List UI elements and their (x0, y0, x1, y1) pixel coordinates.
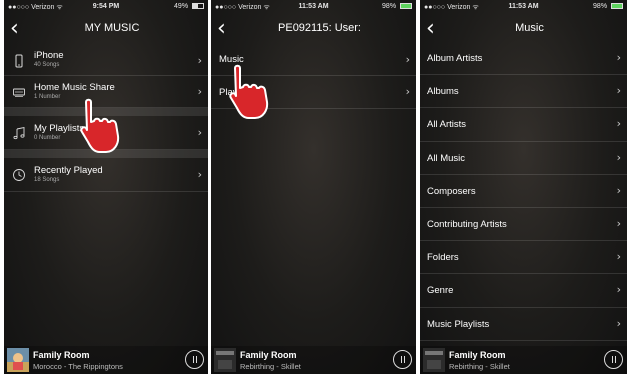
page-title: PE092115: User: (278, 22, 361, 34)
list-item-album-artists[interactable]: Album Artists › (420, 42, 627, 76)
list-item-label: All Artists (427, 119, 467, 131)
chevron-right-icon: › (616, 217, 621, 230)
chevron-right-icon: › (197, 168, 202, 181)
list-item-recently-played[interactable]: Recently Played 18 Songs › (4, 158, 208, 192)
album-art (214, 348, 236, 372)
status-bar: ●●○○○ Verizon ᯤ 11:53 AM 98% (420, 0, 627, 14)
iphone-icon (15, 54, 23, 68)
chevron-right-icon: › (616, 117, 621, 131)
nav-bar: ‹ PE092115: User: (211, 14, 416, 46)
list-item-label: Album Artists (427, 53, 483, 64)
track-name: Morocco - The Rippingtons (33, 362, 123, 371)
pause-button[interactable] (185, 350, 204, 369)
battery-percent: 49% (174, 3, 189, 10)
chevron-right-icon: › (197, 54, 202, 67)
track-name: Rebirthing - Skillet (240, 362, 301, 371)
list-item-label: My Playlists (34, 123, 85, 134)
album-art (423, 348, 445, 372)
chevron-right-icon: › (197, 85, 202, 98)
track-name: Rebirthing - Skillet (449, 362, 510, 371)
list-item-label: Composers (427, 185, 476, 197)
status-bar: ●●○○○ Verizon ᯤ 9:54 PM 49% (4, 0, 208, 14)
list-item-label: iPhone (34, 50, 64, 61)
list-item-contributing-artists[interactable]: Contributing Artists › (420, 208, 627, 242)
list-item-sub: 1 Number (34, 94, 61, 100)
nav-bar: ‹ MY MUSIC (4, 14, 208, 46)
chevron-right-icon: › (197, 126, 202, 139)
now-playing-bar[interactable]: Family Room Rebirthing - Skillet (420, 346, 627, 374)
room-name: Family Room (449, 350, 506, 360)
list-item-label: Music Playlists (427, 318, 490, 330)
battery-icon (400, 3, 412, 10)
back-button[interactable]: ‹ (10, 16, 19, 42)
list-item-composers[interactable]: Composers › (420, 175, 627, 208)
chevron-right-icon: › (616, 316, 621, 330)
list-item-sub: 0 Number (34, 135, 61, 141)
list-item-label: Genre (427, 285, 454, 297)
list-item-genre[interactable]: Genre › (420, 274, 627, 308)
list-item-label: Home Music Share (34, 82, 115, 93)
back-button[interactable]: ‹ (426, 16, 435, 42)
chevron-right-icon: › (616, 183, 621, 197)
pause-button[interactable] (393, 350, 412, 369)
battery-percent: 98% (382, 3, 397, 10)
chevron-right-icon: › (405, 85, 410, 98)
chevron-right-icon: › (616, 283, 621, 297)
room-name: Family Room (33, 350, 90, 360)
clock-icon (13, 169, 25, 181)
list-item-music-playlists[interactable]: Music Playlists › (420, 308, 627, 341)
chevron-right-icon: › (405, 53, 410, 66)
list-item-label: Folders (427, 252, 459, 264)
battery-indicator: 98% (382, 3, 412, 10)
pointing-hand-icon (229, 64, 269, 119)
chevron-right-icon: › (616, 250, 621, 264)
chevron-right-icon: › (616, 84, 621, 98)
screen-user-share: ●●○○○ Verizon ᯤ 11:53 AM 98% ‹ PE092115:… (211, 0, 416, 374)
room-name: Family Room (240, 350, 297, 360)
battery-indicator: 98% (593, 3, 623, 10)
screen-my-music: ●●○○○ Verizon ᯤ 9:54 PM 49% ‹ MY MUSIC i… (4, 0, 208, 374)
status-bar: ●●○○○ Verizon ᯤ 11:53 AM 98% (211, 0, 416, 14)
list-item-label: Contributing Artists (427, 219, 507, 230)
chevron-right-icon: › (616, 150, 621, 164)
now-playing-bar[interactable]: Family Room Rebirthing - Skillet (211, 346, 416, 374)
list-item-folders[interactable]: Folders › (420, 241, 627, 275)
back-button[interactable]: ‹ (217, 16, 226, 42)
page-title: MY MUSIC (84, 22, 140, 34)
pointing-hand-icon (80, 98, 120, 153)
list-item-iphone[interactable]: iPhone 40 Songs › (4, 46, 208, 76)
chevron-right-icon: › (616, 51, 621, 64)
pause-button[interactable] (604, 350, 623, 369)
page-title: Music (515, 22, 544, 34)
list-item-sub: 40 Songs (34, 62, 60, 68)
battery-icon (611, 3, 623, 10)
album-art (7, 348, 29, 372)
screen-music-categories: ●●○○○ Verizon ᯤ 11:53 AM 98% ‹ Music Alb… (420, 0, 627, 374)
battery-icon (192, 3, 204, 10)
battery-percent: 98% (593, 3, 608, 10)
now-playing-bar[interactable]: Family Room Morocco - The Rippingtons (4, 346, 208, 374)
list-item-sub: 18 Songs (34, 177, 60, 183)
list-item-all-artists[interactable]: All Artists › (420, 108, 627, 142)
home-share-icon (13, 88, 25, 97)
battery-indicator: 49% (174, 3, 204, 10)
list-item-label: Albums (427, 86, 459, 98)
list-item-label: All Music (427, 152, 466, 164)
music-note-icon (13, 126, 25, 140)
list-item-albums[interactable]: Albums › (420, 75, 627, 109)
list-item-label: Recently Played (34, 165, 103, 176)
list-item-all-music[interactable]: All Music › (420, 142, 627, 175)
